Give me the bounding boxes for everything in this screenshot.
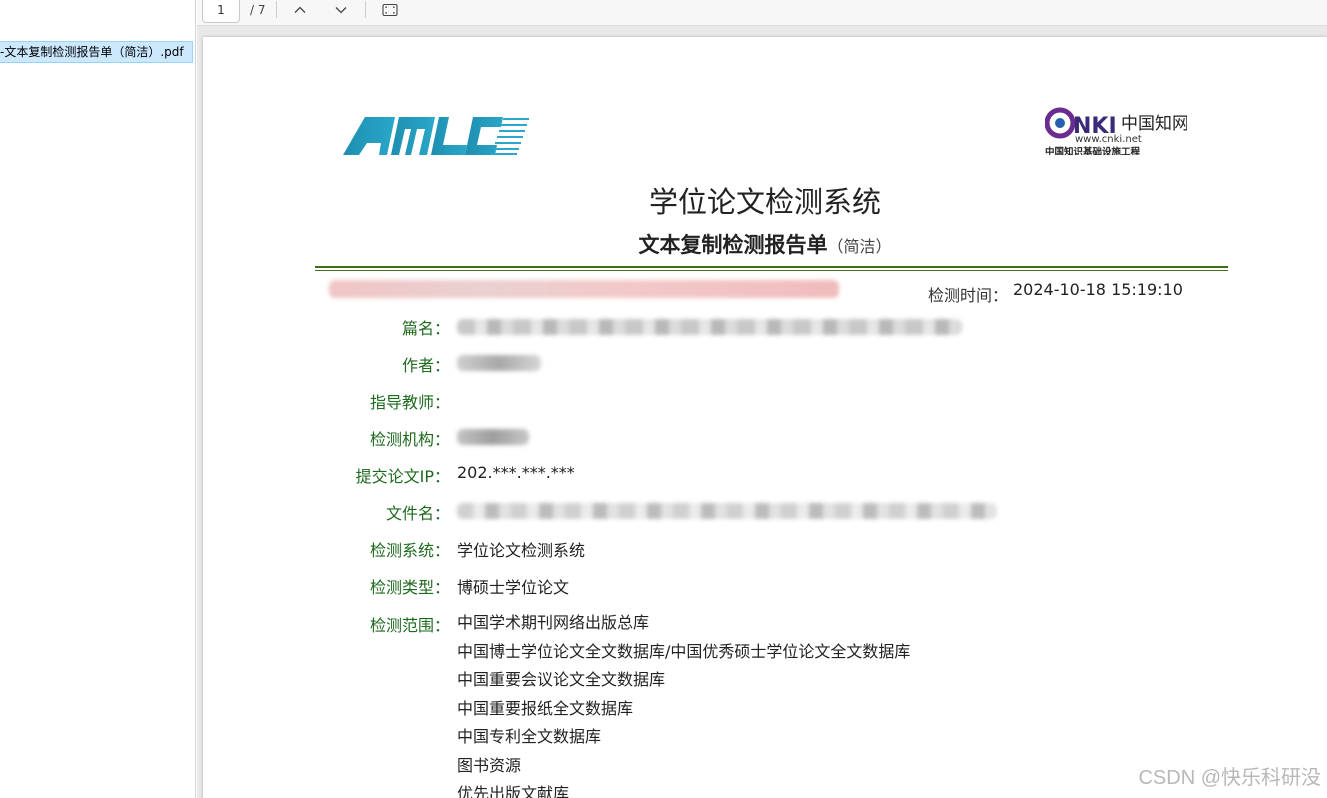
svg-text:中国知网: 中国知网	[1121, 114, 1187, 134]
scope-list: 中国学术期刊网络出版总库 中国博士学位论文全文数据库/中国优秀硕士学位论文全文数…	[457, 609, 910, 798]
redacted-text	[457, 503, 997, 519]
viewer-toolbar: 1 / 7	[197, 0, 1327, 26]
redacted-text	[457, 355, 541, 371]
title-divider	[315, 266, 1228, 268]
watermark: CSDN @快乐科研没	[1138, 767, 1321, 789]
amlc-logo	[343, 117, 529, 155]
field-value: 202.***.***.***	[457, 463, 575, 482]
file-list-item[interactable]: -文本复制检测报告单（简洁）.pdf	[0, 41, 193, 63]
report-title: 学位论文检测系统	[648, 185, 881, 219]
pdf-viewer: 1 / 7 NKI 中国知网 www.cnki.net 中国知识基础设施工程 学…	[197, 0, 1327, 798]
field-value: 学位论文检测系统	[457, 541, 586, 560]
redacted-text	[457, 319, 962, 335]
fit-page-icon	[382, 3, 398, 17]
field-label: 文件名：	[385, 504, 450, 523]
scope-item: 图书资源	[457, 755, 522, 775]
detect-time-value: 2024-10-18 15:19:10	[1013, 280, 1183, 299]
scope-item: 优先出版文献库	[457, 784, 570, 798]
cnki-logo: NKI 中国知网 www.cnki.net 中国知识基础设施工程	[1045, 107, 1187, 155]
title-divider	[315, 270, 1228, 271]
detect-time-label: 检测时间：	[928, 286, 1009, 305]
field-label: 篇名：	[401, 319, 450, 338]
field-label: 检测类型：	[369, 578, 450, 597]
report-subtitle: 文本复制检测报告单（简洁）	[638, 233, 892, 257]
field-label: 作者：	[401, 356, 450, 375]
scope-item: 中国学术期刊网络出版总库	[457, 613, 650, 632]
page-number-input[interactable]: 1	[202, 0, 240, 23]
scope-item: 中国专利全文数据库	[457, 727, 602, 746]
field-value: 博硕士学位论文	[457, 578, 570, 597]
svg-text:www.cnki.net: www.cnki.net	[1075, 134, 1142, 145]
report-subtitle-note: （简洁）	[827, 237, 892, 256]
redacted-text	[329, 280, 839, 298]
svg-text:中国知识基础设施工程: 中国知识基础设施工程	[1045, 146, 1141, 155]
field-label: 检测机构：	[369, 430, 450, 449]
field-label: 指导教师：	[369, 393, 450, 412]
page-total-label: / 7	[250, 3, 266, 17]
pdf-page: NKI 中国知网 www.cnki.net 中国知识基础设施工程 学位论文检测系…	[203, 37, 1327, 798]
scope-item: 中国博士学位论文全文数据库/中国优秀硕士学位论文全文数据库	[457, 641, 911, 661]
scope-item: 中国重要会议论文全文数据库	[457, 670, 666, 689]
previous-page-button[interactable]	[289, 0, 311, 20]
next-page-button[interactable]	[330, 0, 352, 20]
chevron-up-icon	[294, 6, 306, 13]
redacted-text	[457, 429, 529, 445]
field-label: 检测范围：	[369, 616, 450, 635]
field-label: 提交论文IP：	[355, 467, 450, 486]
file-list-panel: -文本复制检测报告单（简洁）.pdf	[0, 0, 196, 798]
scope-item: 中国重要报纸全文数据库	[457, 698, 634, 718]
chevron-down-icon	[335, 7, 347, 14]
toolbar-divider	[276, 1, 277, 18]
field-label: 检测系统：	[369, 541, 450, 560]
toolbar-divider	[365, 1, 366, 18]
fit-page-button[interactable]	[379, 0, 401, 20]
